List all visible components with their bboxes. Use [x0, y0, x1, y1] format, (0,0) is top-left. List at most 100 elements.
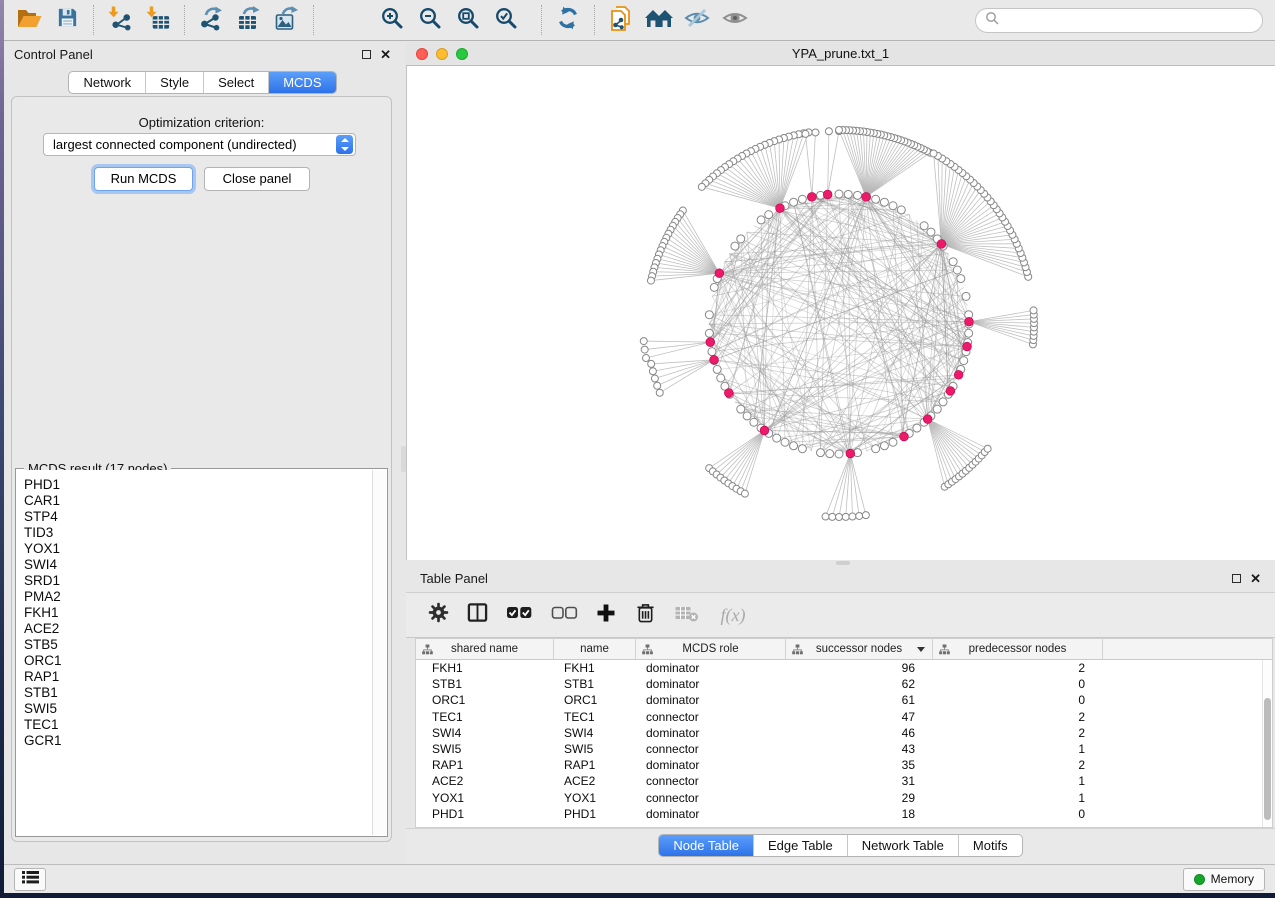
mcds-result-item[interactable]: ORC1 — [24, 653, 386, 669]
cell-MCDS-role[interactable]: connector — [636, 790, 786, 806]
cell-MCDS-role[interactable]: connector — [636, 741, 786, 757]
tab-style[interactable]: Style — [145, 72, 203, 93]
task-history-button[interactable] — [14, 868, 46, 891]
mcds-list-scrollbar[interactable] — [372, 470, 386, 835]
cell-MCDS-role[interactable]: dominator — [636, 725, 786, 741]
cell-name[interactable]: ORC1 — [554, 692, 636, 708]
zoom-fit-button[interactable] — [449, 3, 487, 37]
export-network-button[interactable] — [192, 3, 230, 37]
cell-MCDS-role[interactable]: connector — [636, 773, 786, 789]
cell-shared-name[interactable]: SWI4 — [416, 725, 554, 741]
cell-name[interactable]: PHD1 — [554, 806, 636, 822]
select-all-button[interactable] — [505, 600, 533, 630]
cell-successor-nodes[interactable]: 31 — [786, 773, 933, 789]
cell-successor-nodes[interactable]: 29 — [786, 790, 933, 806]
mcds-result-item[interactable]: STP4 — [24, 509, 386, 525]
mcds-result-item[interactable]: TID3 — [24, 525, 386, 541]
cell-successor-nodes[interactable]: 47 — [786, 709, 933, 725]
table-row[interactable]: ACE2ACE2connector311 — [416, 773, 1272, 789]
column-header-MCDS-role[interactable]: MCDS role — [636, 639, 786, 659]
cell-predecessor-nodes[interactable]: 1 — [933, 773, 1103, 789]
refresh-view-button[interactable] — [549, 3, 587, 37]
mcds-result-item[interactable]: SWI5 — [24, 701, 386, 717]
cell-successor-nodes[interactable]: 43 — [786, 741, 933, 757]
cell-MCDS-role[interactable]: dominator — [636, 806, 786, 822]
tab-node-table[interactable]: Node Table — [659, 835, 753, 856]
table-settings-button[interactable] — [427, 600, 449, 630]
export-image-button[interactable] — [268, 3, 306, 37]
cell-MCDS-role[interactable]: dominator — [636, 757, 786, 773]
table-row[interactable]: PHD1PHD1dominator180 — [416, 806, 1272, 822]
cell-shared-name[interactable]: ACE2 — [416, 773, 554, 789]
import-table-button[interactable] — [139, 3, 177, 37]
mcds-result-item[interactable]: ACE2 — [24, 621, 386, 637]
show-columns-button[interactable] — [466, 600, 488, 630]
zoom-out-button[interactable] — [411, 3, 449, 37]
run-mcds-button[interactable]: Run MCDS — [94, 167, 193, 191]
mcds-result-item[interactable]: SRD1 — [24, 573, 386, 589]
mcds-result-list[interactable]: PHD1CAR1STP4TID3YOX1SWI4SRD1PMA2FKH1ACE2… — [17, 470, 386, 835]
show-all-button[interactable] — [716, 3, 754, 37]
table-row[interactable]: SWI5SWI5connector431 — [416, 741, 1272, 757]
deselect-all-button[interactable] — [550, 600, 578, 630]
cell-predecessor-nodes[interactable]: 1 — [933, 741, 1103, 757]
cell-shared-name[interactable]: YOX1 — [416, 790, 554, 806]
search-input[interactable] — [999, 13, 1253, 28]
mcds-result-item[interactable]: PMA2 — [24, 589, 386, 605]
tab-network-table[interactable]: Network Table — [847, 835, 958, 856]
float-panel-icon[interactable] — [1232, 574, 1241, 583]
mcds-result-item[interactable]: CAR1 — [24, 493, 386, 509]
cell-successor-nodes[interactable]: 96 — [786, 660, 933, 676]
first-neighbors-button[interactable] — [640, 3, 678, 37]
table-row[interactable]: TEC1TEC1connector472 — [416, 709, 1272, 725]
column-header-successor-nodes[interactable]: successor nodes — [786, 639, 933, 659]
cell-shared-name[interactable]: TEC1 — [416, 709, 554, 725]
zoom-selected-button[interactable] — [487, 3, 525, 37]
column-header-name[interactable]: name — [554, 639, 636, 659]
cell-predecessor-nodes[interactable]: 0 — [933, 692, 1103, 708]
table-row[interactable]: STB1STB1dominator620 — [416, 676, 1272, 692]
save-session-button[interactable] — [48, 3, 86, 37]
table-row[interactable]: ORC1ORC1dominator610 — [416, 692, 1272, 708]
delete-table-button[interactable] — [673, 600, 699, 630]
cell-predecessor-nodes[interactable]: 0 — [933, 676, 1103, 692]
cell-predecessor-nodes[interactable]: 0 — [933, 806, 1103, 822]
search-field[interactable] — [975, 8, 1263, 33]
cell-name[interactable]: YOX1 — [554, 790, 636, 806]
float-panel-icon[interactable] — [362, 50, 371, 59]
cell-shared-name[interactable]: RAP1 — [416, 757, 554, 773]
cell-shared-name[interactable]: STB1 — [416, 676, 554, 692]
cell-predecessor-nodes[interactable]: 2 — [933, 757, 1103, 773]
table-row[interactable]: RAP1RAP1dominator352 — [416, 757, 1272, 773]
close-panel-icon[interactable]: ✕ — [1250, 574, 1261, 583]
criterion-select[interactable]: largest connected component (undirected) — [43, 133, 356, 156]
tab-motifs[interactable]: Motifs — [958, 835, 1022, 856]
export-table-button[interactable] — [230, 3, 268, 37]
cell-predecessor-nodes[interactable]: 1 — [933, 790, 1103, 806]
graph-canvas[interactable] — [407, 66, 1275, 558]
clone-network-button[interactable] — [602, 3, 640, 37]
table-row[interactable]: FKH1FKH1dominator962 — [416, 660, 1272, 676]
open-file-button[interactable] — [10, 3, 48, 37]
cell-successor-nodes[interactable]: 18 — [786, 806, 933, 822]
import-network-button[interactable] — [101, 3, 139, 37]
tab-network[interactable]: Network — [69, 72, 145, 93]
tab-edge-table[interactable]: Edge Table — [753, 835, 847, 856]
mcds-result-item[interactable]: YOX1 — [24, 541, 386, 557]
mcds-result-item[interactable]: FKH1 — [24, 605, 386, 621]
table-row[interactable]: SWI4SWI4dominator462 — [416, 725, 1272, 741]
cell-shared-name[interactable]: FKH1 — [416, 660, 554, 676]
cell-successor-nodes[interactable]: 35 — [786, 757, 933, 773]
cell-predecessor-nodes[interactable]: 2 — [933, 709, 1103, 725]
cell-name[interactable]: FKH1 — [554, 660, 636, 676]
cell-name[interactable]: RAP1 — [554, 757, 636, 773]
zoom-in-button[interactable] — [373, 3, 411, 37]
add-column-button[interactable] — [595, 600, 617, 630]
cell-shared-name[interactable]: PHD1 — [416, 806, 554, 822]
cell-name[interactable]: SWI5 — [554, 741, 636, 757]
cell-successor-nodes[interactable]: 61 — [786, 692, 933, 708]
mcds-result-item[interactable]: GCR1 — [24, 733, 386, 749]
cell-name[interactable]: TEC1 — [554, 709, 636, 725]
cell-name[interactable]: SWI4 — [554, 725, 636, 741]
cell-successor-nodes[interactable]: 46 — [786, 725, 933, 741]
